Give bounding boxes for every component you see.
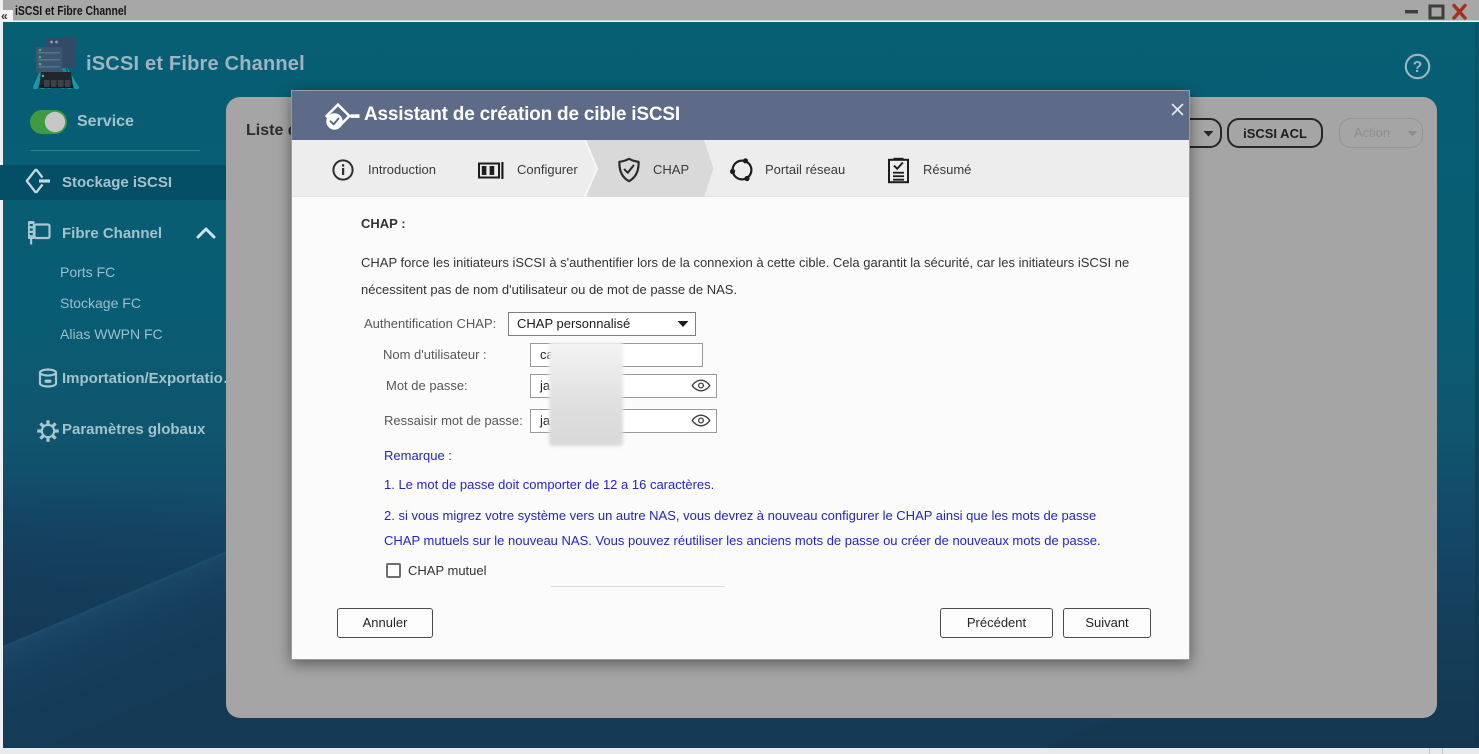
svg-text:?: ?: [1413, 59, 1422, 76]
